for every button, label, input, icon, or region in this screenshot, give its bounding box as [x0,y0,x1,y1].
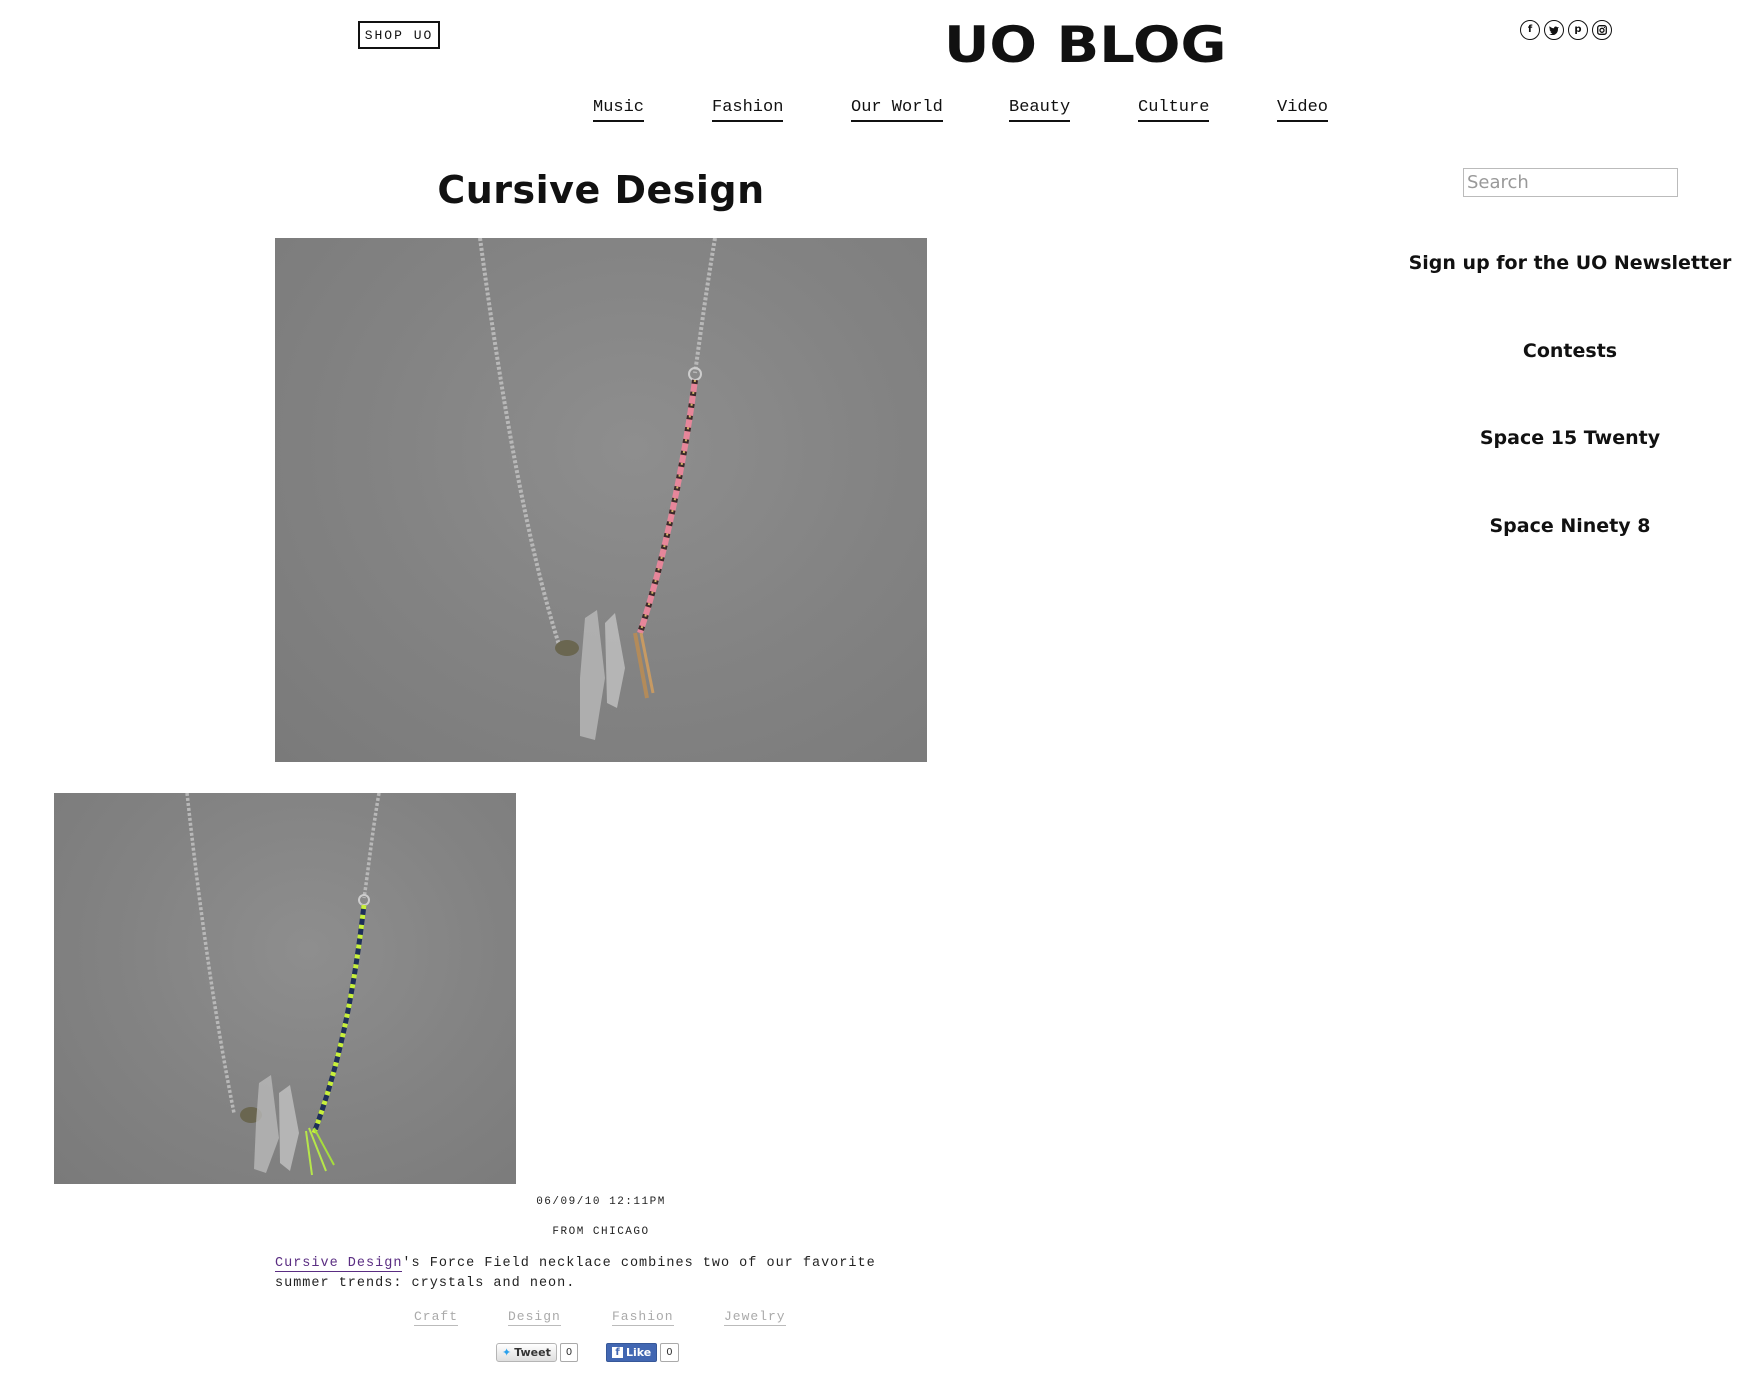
sidebar-link-space-ninety-8[interactable]: Space Ninety 8 [1400,515,1740,537]
facebook-icon[interactable]: f [1520,20,1540,40]
necklace-photo-neon [54,793,516,1184]
tag-jewelry[interactable]: Jewelry [724,1309,786,1326]
instagram-icon[interactable] [1592,20,1612,40]
like-widget: f Like 0 [606,1343,679,1362]
pinterest-icon[interactable]: p [1568,20,1588,40]
nav-item-culture[interactable]: Culture [1138,98,1210,122]
tag-fashion[interactable]: Fashion [612,1309,674,1326]
social-links: f p [1520,20,1612,40]
nav-item-our-world[interactable]: Our World [851,98,943,122]
facebook-icon: f [612,1347,623,1358]
necklace-photo-pink [275,238,927,762]
like-label: Like [626,1346,652,1359]
search-input[interactable] [1463,168,1678,197]
tweet-count: 0 [559,1343,579,1362]
post-date: 06/09/10 12:11PM [536,1196,666,1208]
twitter-icon[interactable] [1544,20,1564,40]
tweet-widget: ✦ Tweet 0 [496,1343,579,1362]
tag-design[interactable]: Design [508,1309,561,1326]
facebook-like-button[interactable]: f Like [606,1343,658,1362]
shop-uo-button[interactable]: SHOP UO [358,21,440,49]
nav-item-fashion[interactable]: Fashion [712,98,784,122]
site-logo[interactable]: UO BLOG [850,16,1320,74]
sidebar-link-contests[interactable]: Contests [1400,340,1740,362]
sidebar-link-space-15-twenty[interactable]: Space 15 Twenty [1400,427,1740,449]
like-count: 0 [660,1343,679,1362]
tweet-label: Tweet [514,1346,551,1359]
post-title[interactable]: Cursive Design [274,168,928,212]
nav-item-video[interactable]: Video [1277,98,1329,122]
sidebar-link-newsletter[interactable]: Sign up for the UO Newsletter [1400,252,1740,274]
post-location: FROM CHICAGO [552,1226,650,1238]
post-body: Cursive Design's Force Field necklace co… [275,1254,927,1294]
nav-item-beauty[interactable]: Beauty [1009,98,1071,122]
cursive-design-link[interactable]: Cursive Design [275,1256,403,1272]
tag-craft[interactable]: Craft [414,1309,459,1326]
nav-item-music[interactable]: Music [593,98,645,122]
tweet-button[interactable]: ✦ Tweet [496,1343,557,1362]
twitter-bird-icon: ✦ [502,1346,512,1359]
